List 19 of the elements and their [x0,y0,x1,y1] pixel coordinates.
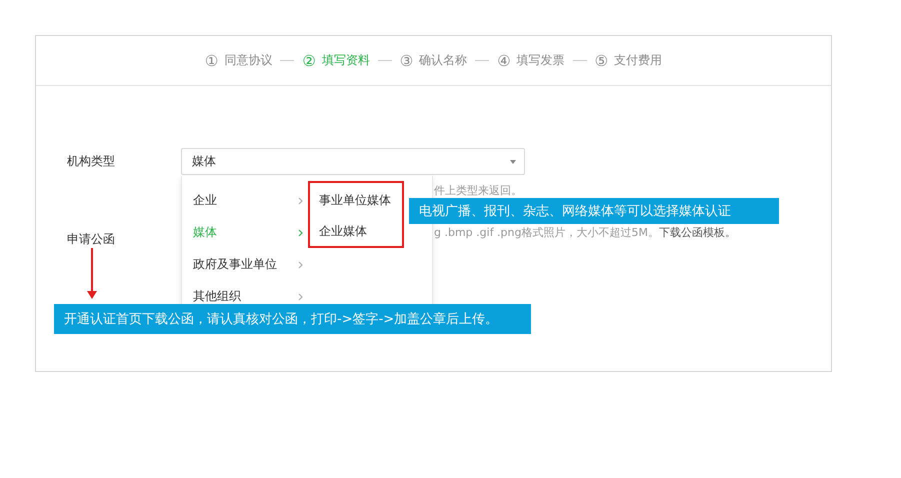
chevron-right-icon [298,260,303,268]
type-select[interactable]: 媒体 [181,148,525,175]
chevron-right-icon [298,228,303,236]
menu-item[interactable]: 事业单位媒体 [319,192,391,209]
field-label: 机构类型 [67,153,116,170]
hint-text: 件上类型来返回。 [434,183,522,198]
chevron-right-icon [298,196,303,204]
template-link[interactable]: 下载公函模板。 [658,226,736,239]
menu-item[interactable]: 企业媒体 [319,223,367,240]
arrow-icon [87,248,97,300]
annotation-callout: 电视广播、报刊、杂志、网络媒体等可以选择媒体认证 [409,198,779,224]
menu-item[interactable]: 其他组织 [193,288,303,305]
menu-item[interactable]: 政府及事业单位 [193,256,303,273]
caret-icon [510,160,516,164]
field-label: 申请公函 [67,232,115,246]
chevron-right-icon [298,292,303,300]
annotation-callout: 开通认证首页下载公函，请认真核对公函，打印->签字->加盖公章后上传。 [54,304,531,334]
menu-item[interactable]: 企业 [193,192,303,209]
hint-text: g .bmp .gif .png格式照片，大小不超过5M。 [434,226,659,239]
